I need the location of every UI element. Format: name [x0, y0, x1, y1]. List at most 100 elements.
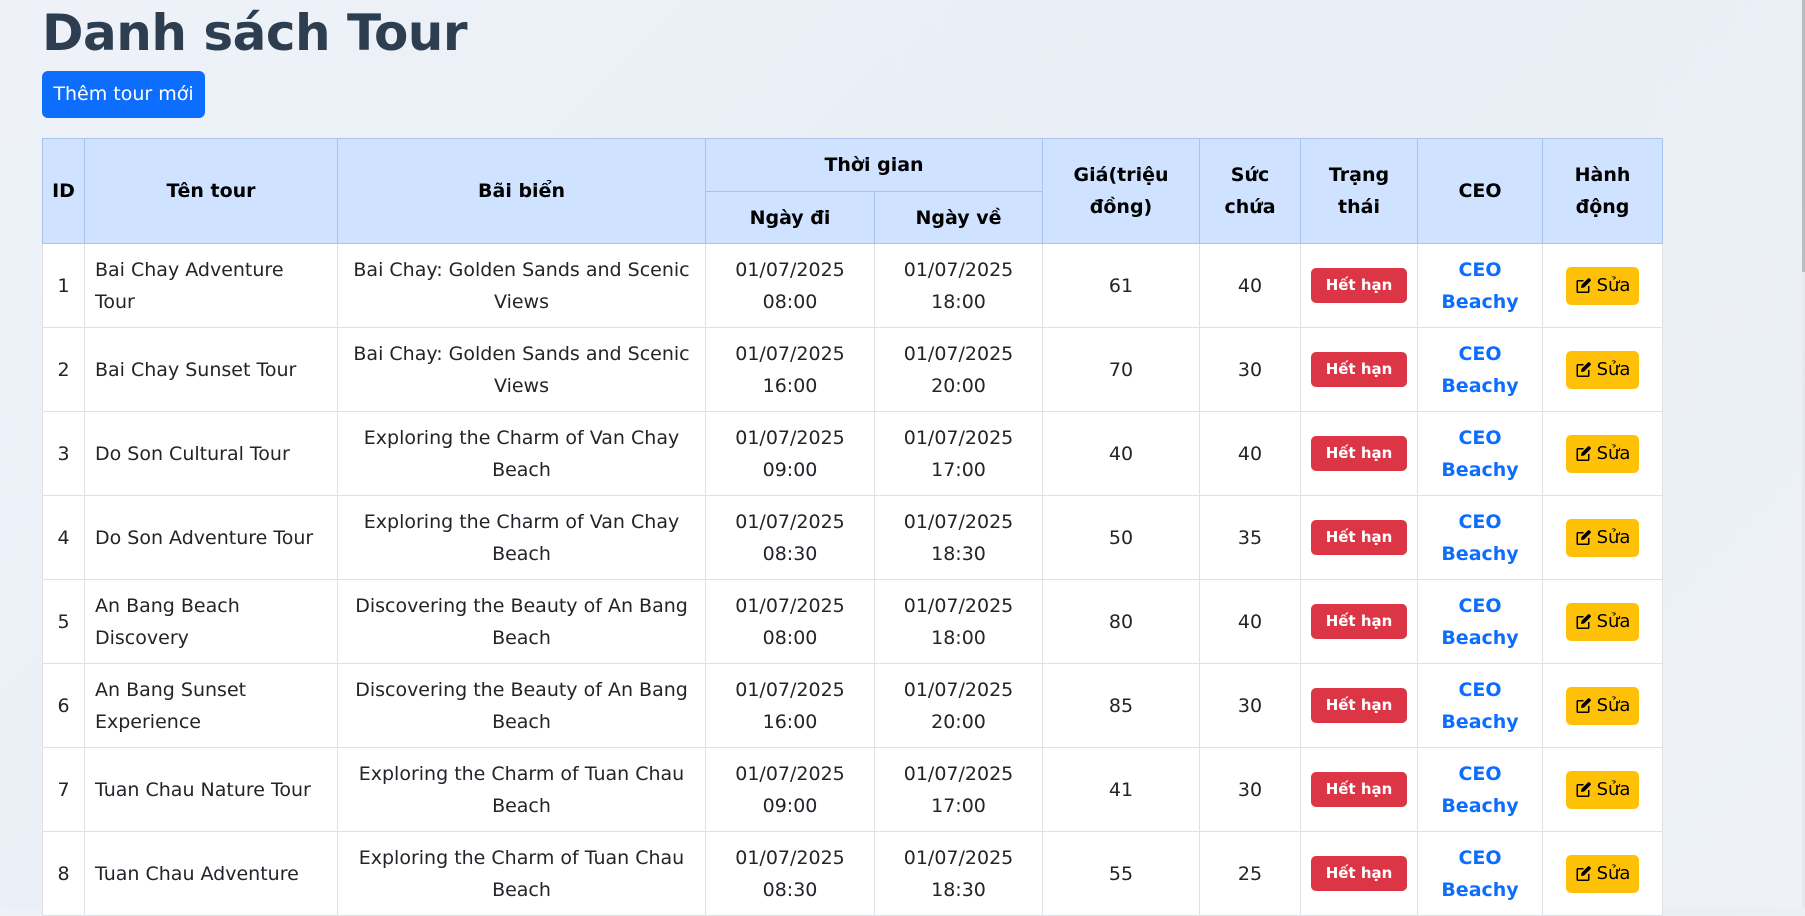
- ceo-link[interactable]: CEO Beachy: [1426, 674, 1534, 738]
- cell-depart-date: 01/07/2025 08:30: [705, 831, 875, 916]
- cell-capacity: 40: [1199, 411, 1302, 496]
- cell-tour-name: Tuan Chau Adventure: [84, 831, 338, 916]
- cell-tour-name: Bai Chay Adventure Tour: [84, 243, 338, 328]
- status-badge: Hết hạn: [1311, 604, 1408, 639]
- cell-price: 80: [1042, 579, 1201, 664]
- table-row: 3 Do Son Cultural Tour Exploring the Charm…: [42, 411, 1664, 496]
- pencil-square-icon: [1575, 529, 1591, 546]
- cell-ceo: CEO Beachy: [1417, 831, 1544, 916]
- cell-tour-name: Do Son Cultural Tour: [84, 411, 338, 496]
- status-badge: Hết hạn: [1311, 520, 1408, 555]
- cell-capacity: 30: [1199, 663, 1302, 748]
- cell-status: Hết hạn: [1300, 579, 1419, 664]
- tour-table: ID Tên tour Bãi biển Thời gian Giá(triệu…: [42, 138, 1664, 916]
- edit-button-label: Sửa: [1596, 527, 1631, 548]
- cell-return-date: 01/07/2025 18:00: [873, 579, 1044, 664]
- page-title: Danh sách Tour: [42, 4, 468, 62]
- edit-button[interactable]: Sửa: [1566, 854, 1640, 893]
- table-row: 8 Tuan Chau Adventure Exploring the Charm …: [42, 831, 1664, 916]
- cell-action: Sửa: [1542, 747, 1664, 832]
- header-id: ID: [42, 138, 85, 244]
- edit-button[interactable]: Sửa: [1566, 518, 1640, 557]
- edit-button-label: Sửa: [1596, 863, 1631, 884]
- cell-id: 6: [42, 663, 85, 748]
- cell-capacity: 30: [1199, 327, 1302, 412]
- cell-depart-date: 01/07/2025 08:30: [705, 495, 875, 580]
- ceo-link[interactable]: CEO Beachy: [1426, 842, 1534, 906]
- table-body: 1 Bai Chay Adventure Tour Bai Chay: Golden…: [42, 243, 1664, 916]
- cell-price: 61: [1042, 243, 1201, 328]
- cell-tour-name: Bai Chay Sunset Tour: [84, 327, 338, 412]
- cell-action: Sửa: [1542, 579, 1664, 664]
- header-time: Thời gian: [704, 138, 1044, 192]
- cell-beach: Discovering the Beauty of An Bang Beach: [337, 579, 706, 664]
- ceo-link[interactable]: CEO Beachy: [1426, 758, 1534, 822]
- cell-ceo: CEO Beachy: [1417, 663, 1544, 748]
- edit-button[interactable]: Sửa: [1566, 770, 1640, 809]
- cell-action: Sửa: [1542, 831, 1664, 916]
- pencil-square-icon: [1575, 277, 1591, 294]
- cell-ceo: CEO Beachy: [1417, 243, 1544, 328]
- edit-button-label: Sửa: [1596, 443, 1631, 464]
- edit-button[interactable]: Sửa: [1566, 350, 1640, 389]
- page-container: Danh sách Tour Thêm tour mới ID Tên tour…: [42, 0, 1664, 916]
- header-action: Hành động: [1542, 138, 1664, 244]
- header-price: Giá(triệu đồng): [1042, 138, 1201, 244]
- header-beach: Bãi biển: [337, 138, 706, 244]
- table-header: ID Tên tour Bãi biển Thời gian Giá(triệu…: [42, 138, 1664, 244]
- ceo-link[interactable]: CEO Beachy: [1426, 338, 1534, 402]
- cell-id: 3: [42, 411, 85, 496]
- cell-price: 40: [1042, 411, 1201, 496]
- cell-action: Sửa: [1542, 495, 1664, 580]
- table-row: 4 Do Son Adventure Tour Exploring the Char…: [42, 495, 1664, 580]
- ceo-link[interactable]: CEO Beachy: [1426, 422, 1534, 486]
- cell-id: 5: [42, 579, 85, 664]
- table-row: 7 Tuan Chau Nature Tour Exploring the Char…: [42, 747, 1664, 832]
- pencil-square-icon: [1575, 613, 1591, 630]
- cell-depart-date: 01/07/2025 08:00: [705, 579, 875, 664]
- cell-depart-date: 01/07/2025 16:00: [705, 663, 875, 748]
- cell-ceo: CEO Beachy: [1417, 495, 1544, 580]
- edit-button[interactable]: Sửa: [1566, 266, 1640, 305]
- add-tour-button[interactable]: Thêm tour mới: [42, 71, 205, 118]
- table-row: 5 An Bang Beach Discovery Discovering the …: [42, 579, 1664, 664]
- edit-button-label: Sửa: [1596, 359, 1631, 380]
- cell-beach: Exploring the Charm of Van Chay Beach: [337, 411, 706, 496]
- cell-price: 70: [1042, 327, 1201, 412]
- cell-return-date: 01/07/2025 18:30: [873, 831, 1044, 916]
- cell-beach: Discovering the Beauty of An Bang Beach: [337, 663, 706, 748]
- cell-depart-date: 01/07/2025 09:00: [705, 411, 875, 496]
- cell-return-date: 01/07/2025 20:00: [873, 327, 1044, 412]
- cell-capacity: 30: [1199, 747, 1302, 832]
- pencil-square-icon: [1575, 865, 1591, 882]
- edit-button[interactable]: Sửa: [1566, 434, 1640, 473]
- ceo-link[interactable]: CEO Beachy: [1426, 254, 1534, 318]
- cell-price: 50: [1042, 495, 1201, 580]
- cell-price: 55: [1042, 831, 1201, 916]
- header-return-date: Ngày về: [873, 191, 1044, 244]
- cell-status: Hết hạn: [1300, 831, 1419, 916]
- pencil-square-icon: [1575, 697, 1591, 714]
- cell-return-date: 01/07/2025 17:00: [873, 411, 1044, 496]
- cell-status: Hết hạn: [1300, 495, 1419, 580]
- cell-price: 85: [1042, 663, 1201, 748]
- cell-return-date: 01/07/2025 18:30: [873, 495, 1044, 580]
- cell-action: Sửa: [1542, 411, 1664, 496]
- pencil-square-icon: [1575, 361, 1591, 378]
- cell-status: Hết hạn: [1300, 747, 1419, 832]
- cell-return-date: 01/07/2025 20:00: [873, 663, 1044, 748]
- edit-button[interactable]: Sửa: [1566, 686, 1640, 725]
- ceo-link[interactable]: CEO Beachy: [1426, 590, 1534, 654]
- edit-button[interactable]: Sửa: [1566, 602, 1640, 641]
- cell-id: 1: [42, 243, 85, 328]
- cell-beach: Exploring the Charm of Van Chay Beach: [337, 495, 706, 580]
- cell-capacity: 35: [1199, 495, 1302, 580]
- ceo-link[interactable]: CEO Beachy: [1426, 506, 1534, 570]
- header-ceo: CEO: [1417, 138, 1544, 244]
- cell-status: Hết hạn: [1300, 411, 1419, 496]
- header-capacity: Sức chứa: [1199, 138, 1302, 244]
- cell-beach: Exploring the Charm of Tuan Chau Beach: [337, 831, 706, 916]
- table-row: 6 An Bang Sunset Experience Discovering th…: [42, 663, 1664, 748]
- cell-id: 2: [42, 327, 85, 412]
- cell-action: Sửa: [1542, 327, 1664, 412]
